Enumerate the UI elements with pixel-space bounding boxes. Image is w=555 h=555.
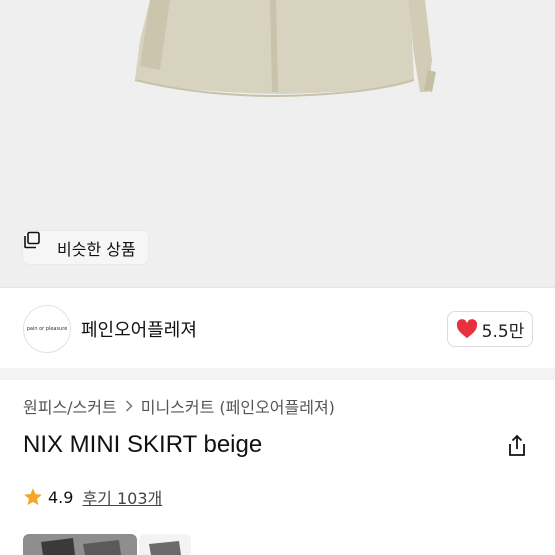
- shop-name[interactable]: 페인오어플레져: [81, 316, 197, 342]
- shop-logo[interactable]: pain or pleasure: [23, 305, 71, 353]
- thumbnail-1[interactable]: [23, 534, 137, 555]
- section-divider: [0, 368, 555, 380]
- like-count: 5.5만: [481, 321, 525, 342]
- similar-products-label: 비슷한 상품: [57, 239, 136, 259]
- thumbnail-2[interactable]: [139, 534, 191, 555]
- breadcrumb-subcategory[interactable]: 미니스커트 (페인오어플레져): [141, 394, 335, 418]
- chevron-right-icon: [125, 397, 133, 416]
- share-button[interactable]: [505, 434, 529, 458]
- product-image[interactable]: 비슷한 상품: [0, 0, 555, 287]
- copy-icon: [24, 231, 51, 257]
- similar-products-button[interactable]: 비슷한 상품: [23, 231, 148, 264]
- heart-icon: [456, 319, 477, 339]
- like-button[interactable]: 5.5만: [447, 311, 533, 347]
- product-title: NIX MINI SKIRT beige: [23, 431, 263, 458]
- rating-row: 4.9 후기 103개: [23, 485, 162, 509]
- shop-row[interactable]: pain or pleasure 페인오어플레져 5.5만: [0, 288, 555, 368]
- share-icon: [509, 434, 525, 456]
- shop-logo-text: pain or pleasure: [26, 325, 68, 332]
- star-icon: [24, 488, 42, 506]
- reviews-link[interactable]: 후기 103개: [82, 485, 162, 509]
- breadcrumb: 원피스/스커트 미니스커트 (페인오어플레져): [23, 394, 335, 418]
- breadcrumb-category[interactable]: 원피스/스커트: [23, 394, 117, 418]
- rating-score: 4.9: [48, 487, 74, 507]
